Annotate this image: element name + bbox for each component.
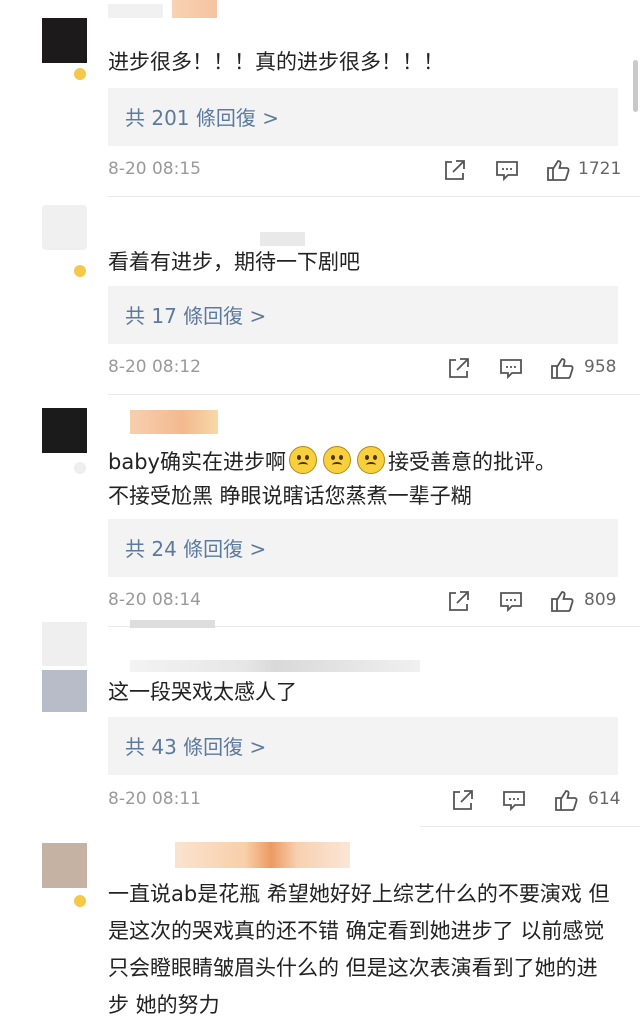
comment-meta: 8-20 08:12 958	[108, 355, 618, 383]
thumbs-up-icon[interactable]	[545, 157, 571, 183]
like-count: 809	[584, 590, 617, 610]
reply-count-button[interactable]: 共 24 條回復 >	[108, 519, 618, 577]
avatar[interactable]	[42, 843, 87, 888]
comment-icon[interactable]	[498, 588, 524, 614]
worried-face-emoji	[356, 446, 385, 474]
share-icon[interactable]	[446, 355, 472, 381]
comment-icon[interactable]	[501, 787, 527, 813]
timestamp: 8-20 08:12	[108, 357, 201, 377]
reply-count-label[interactable]: 共 24 條回復 >	[125, 533, 266, 562]
username-blurred[interactable]	[130, 620, 215, 628]
comment-text: 进步很多！！！真的进步很多！！！	[108, 50, 444, 74]
thumbs-up-icon[interactable]	[549, 355, 575, 381]
thumbs-up-icon[interactable]	[553, 787, 579, 813]
comment-text: 看着有进步，期待一下剧吧	[108, 250, 360, 274]
divider	[108, 394, 640, 395]
thumbs-up-icon[interactable]	[549, 588, 575, 614]
like-count: 1721	[578, 159, 622, 179]
comment-meta: 8-20 08:11 614	[108, 787, 621, 815]
comment-icon[interactable]	[494, 157, 520, 183]
username-blurred[interactable]	[172, 0, 217, 18]
username-blurred[interactable]	[260, 232, 305, 246]
share-icon[interactable]	[442, 157, 468, 183]
divider	[420, 826, 640, 827]
vip-badge-icon	[72, 460, 88, 476]
vip-badge-icon	[72, 263, 88, 279]
comment-text: 一直说ab是花瓶 希望她好好上综艺什么的不要演戏 但是这次的哭戏真的还不错 确定…	[108, 882, 610, 1017]
reply-count-button[interactable]: 共 17 條回復 >	[108, 286, 618, 344]
like-count: 614	[588, 789, 621, 809]
avatar[interactable]	[42, 205, 87, 250]
timestamp: 8-20 08:15	[108, 159, 201, 179]
comment-icon[interactable]	[498, 355, 524, 381]
comment-text-line: 接受善意的批评。	[387, 450, 556, 474]
reply-count-label[interactable]: 共 43 條回復 >	[125, 731, 266, 760]
comment-text: baby确实在进步啊 接受善意的批评。不接受尬黑 睁眼说瞎话您蒸煮一辈子糊	[108, 445, 618, 513]
avatar[interactable]	[42, 18, 87, 63]
reply-count-label[interactable]: 共 201 條回復 >	[125, 102, 279, 131]
avatar[interactable]	[42, 408, 87, 453]
worried-face-emoji	[288, 446, 317, 474]
username-blurred[interactable]	[130, 410, 218, 434]
comment-meta: 8-20 08:15 1721	[108, 157, 622, 185]
username-blurred[interactable]	[130, 660, 420, 672]
worried-face-emoji	[322, 446, 351, 474]
avatar[interactable]	[42, 622, 87, 712]
reply-count-button[interactable]: 共 201 條回復 >	[108, 88, 618, 146]
username-blurred[interactable]	[175, 842, 350, 868]
divider	[108, 196, 640, 197]
vip-badge-icon	[72, 893, 88, 909]
reply-count-button[interactable]: 共 43 條回復 >	[108, 717, 618, 775]
comment-text-line: baby确实在进步啊	[108, 450, 286, 474]
username-blurred[interactable]	[108, 4, 163, 18]
comment-meta: 8-20 08:14 809	[108, 588, 618, 616]
reply-count-label[interactable]: 共 17 條回復 >	[125, 300, 266, 329]
comment-text: 这一段哭戏太感人了	[108, 680, 297, 704]
like-count: 958	[584, 357, 617, 377]
vip-badge-icon	[72, 66, 88, 82]
comment-text-line: 不接受尬黑 睁眼说瞎话您蒸煮一辈子糊	[108, 484, 472, 508]
share-icon[interactable]	[450, 787, 476, 813]
timestamp: 8-20 08:11	[108, 789, 201, 809]
scrollbar[interactable]	[633, 60, 638, 112]
share-icon[interactable]	[446, 588, 472, 614]
timestamp: 8-20 08:14	[108, 590, 201, 610]
